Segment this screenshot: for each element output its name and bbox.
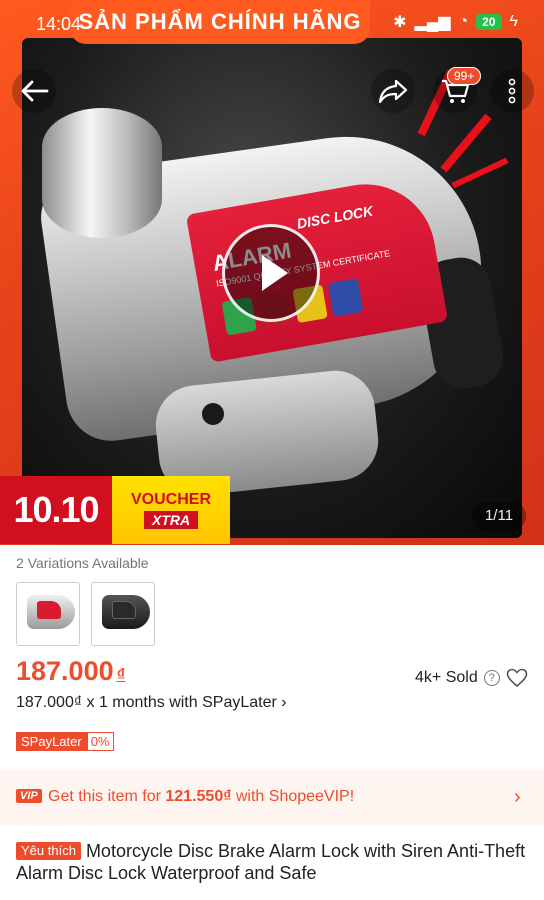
charging-icon: ϟ: [509, 13, 518, 30]
spaylater-rate: 0%: [86, 732, 114, 751]
variations-label: 2 Variations Available: [16, 555, 149, 571]
push-down-icon: [327, 278, 364, 317]
price-currency: ₫: [116, 665, 126, 684]
vip-offer-prefix: Get this item for: [48, 788, 166, 805]
variation-thumbnail-silver[interactable]: [16, 582, 80, 646]
more-vertical-icon: [508, 78, 516, 104]
shopeevip-offer-bar[interactable]: VIP Get this item for 121.550₫ with Shop…: [0, 770, 544, 826]
battery-icon: 20: [476, 14, 502, 30]
spaylater-installment-link[interactable]: 187.000₫ x 1 months with SPayLater ›: [16, 694, 287, 712]
product-title: Yêu thích Motorcycle Disc Brake Alarm Loc…: [16, 840, 531, 884]
share-icon: [378, 79, 408, 104]
sold-count: 4k+ Sold ?: [415, 669, 500, 687]
xtra-label: XTRA: [143, 511, 199, 529]
lightning-icon: [440, 113, 492, 173]
chevron-right-icon: ›: [514, 786, 521, 808]
product-price: 187.000 ₫: [16, 656, 125, 687]
vip-offer-price: 121.550₫: [165, 788, 232, 805]
status-time: 14:04: [36, 14, 82, 34]
vip-offer-text: Get this item for 121.550₫ with ShopeeVI…: [48, 788, 354, 806]
promo-1010-text: 10.10: [0, 476, 112, 544]
spaylater-badge: SPayLater 0%: [16, 732, 114, 751]
voucher-label: VOUCHER: [130, 491, 211, 508]
share-button[interactable]: [371, 69, 415, 113]
image-counter: 1/11: [472, 502, 526, 530]
help-icon[interactable]: ?: [483, 670, 500, 686]
lock-cylinder-illustration: [42, 108, 162, 238]
vip-badge-icon: VIP: [16, 789, 42, 803]
status-bar: 14:04 ✱ ▂▄▆ ◔ 20 ϟ: [0, 0, 544, 44]
lock-label-thumbnail: [37, 601, 61, 619]
cart-count-badge: 99+: [447, 67, 482, 85]
voucher-xtra-badge: VOUCHER XTRA: [112, 476, 230, 544]
sold-text: 4k+ Sold: [415, 669, 478, 686]
wifi-icon: ◔: [458, 13, 469, 30]
lightning-icon: [451, 157, 509, 189]
product-image-gallery[interactable]: ALARM DISC LOCK ISO9001 QUALITY SYSTEM C…: [0, 0, 544, 545]
play-icon: [262, 255, 288, 291]
back-button[interactable]: [12, 69, 56, 113]
heart-icon[interactable]: [506, 668, 528, 688]
arrow-left-icon: [21, 80, 49, 102]
lock-label-thumbnail: [112, 601, 136, 619]
variation-thumbnail-black[interactable]: [91, 582, 155, 646]
favorite-tag: Yêu thích: [16, 842, 81, 860]
signal-icon: ▂▄▆: [414, 14, 451, 31]
status-icons: ✱ ▂▄▆ ◔ 20 ϟ: [393, 12, 518, 32]
more-options-button[interactable]: [490, 69, 534, 113]
play-video-button[interactable]: [222, 224, 320, 322]
vip-offer-suffix: with ShopeeVIP!: [231, 788, 355, 805]
product-title-text: Motorcycle Disc Brake Alarm Lock with Si…: [16, 841, 526, 883]
spaylater-name: SPayLater: [16, 732, 87, 751]
promo-1010-banner: 10.10 VOUCHER XTRA: [0, 476, 230, 544]
lock-hole-illustration: [202, 403, 224, 425]
price-amount: 187.000: [16, 656, 114, 686]
bluetooth-icon: ✱: [393, 14, 407, 31]
